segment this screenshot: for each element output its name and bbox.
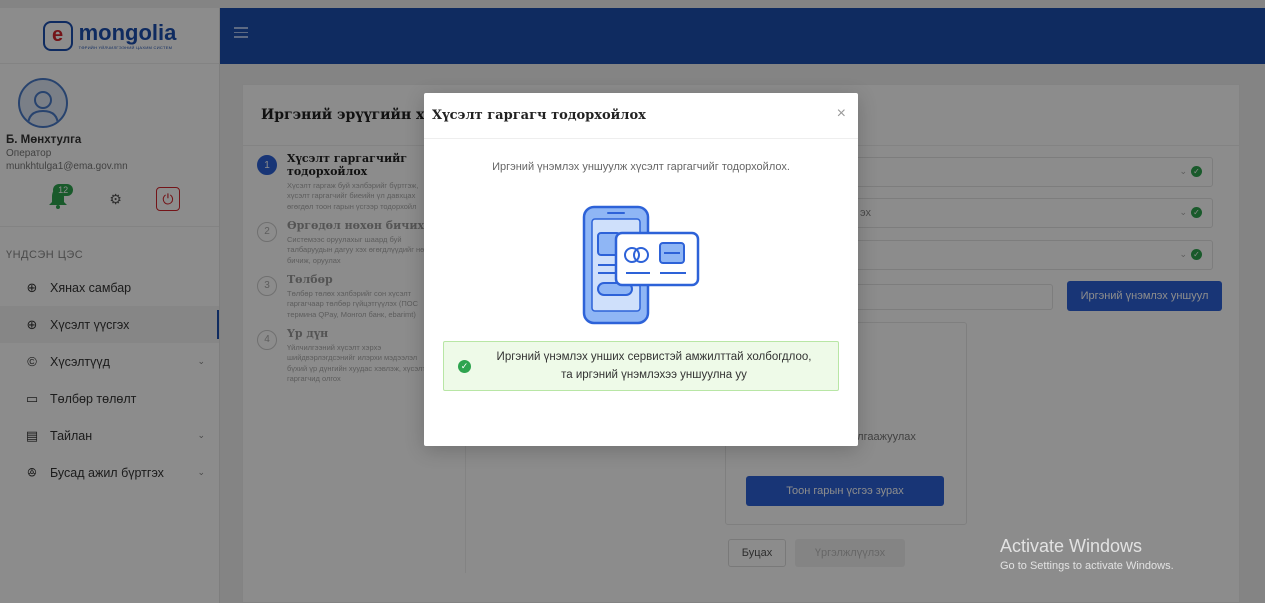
alert-line-2: та иргэний үнэмлэхээ уншуулна уу xyxy=(561,369,747,381)
windows-activation-watermark: Activate Windows Go to Settings to activ… xyxy=(1000,536,1174,572)
alert-line-1: Иргэний үнэмлэх унших сервистэй амжилтта… xyxy=(496,350,812,363)
phone-card-icon xyxy=(582,205,700,325)
modal-subtitle: Иргэний үнэмлэх уншуулж хүсэлт гаргагчий… xyxy=(492,161,790,173)
modal-header: Хүсэлт гаргагч тодорхойлох xyxy=(424,93,858,139)
modal-title: Хүсэлт гаргагч тодорхойлох xyxy=(432,108,646,123)
watermark-title: Activate Windows xyxy=(1000,536,1143,556)
watermark-subtitle: Go to Settings to activate Windows. xyxy=(1000,560,1174,572)
success-alert: ✓ Иргэний үнэмлэх унших сервистэй амжилт… xyxy=(443,341,839,391)
close-icon[interactable]: × xyxy=(837,106,846,122)
check-circle-icon: ✓ xyxy=(458,359,471,373)
identify-applicant-modal: Хүсэлт гаргагч тодорхойлох × Иргэний үнэ… xyxy=(424,93,858,446)
id-card-reader-illustration xyxy=(574,203,704,333)
